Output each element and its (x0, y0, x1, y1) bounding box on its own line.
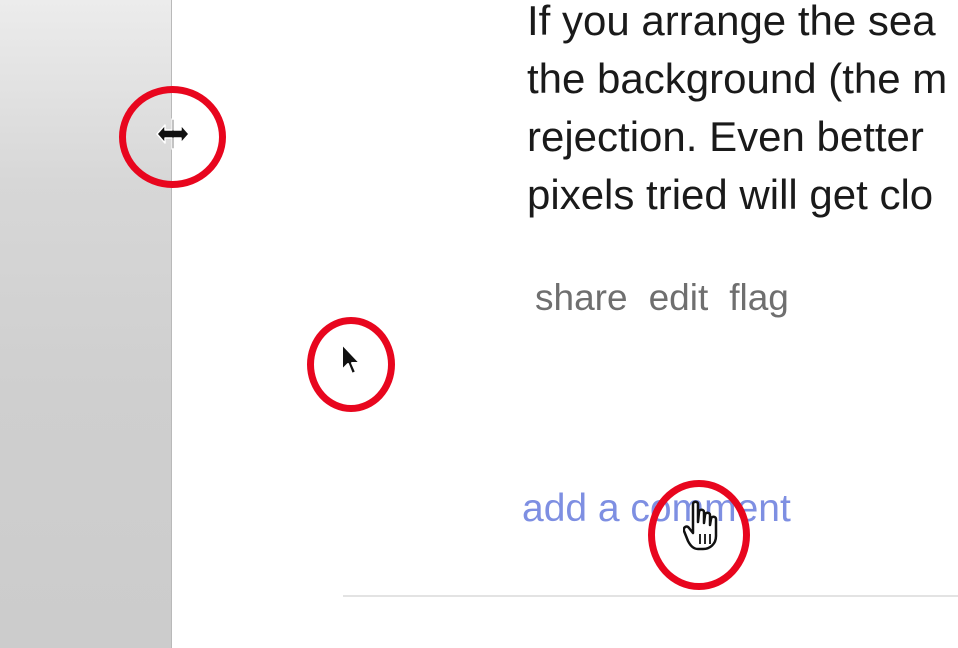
answer-body: If you arrange the sea the background (t… (527, 0, 958, 224)
edit-link[interactable]: edit (649, 277, 709, 319)
answer-line: If you arrange the sea (527, 0, 936, 44)
answer-line: rejection. Even better (527, 113, 924, 160)
resize-horizontal-cursor-icon[interactable] (155, 117, 191, 151)
post-menu: share edit flag (535, 277, 789, 319)
hand-pointer-cursor-icon (683, 500, 718, 551)
answer-line: the background (the m (527, 55, 948, 102)
divider (343, 595, 958, 597)
share-link[interactable]: share (535, 277, 628, 319)
arrow-pointer-cursor-icon (341, 343, 361, 375)
flag-link[interactable]: flag (729, 277, 789, 319)
answer-line: pixels tried will get clo (527, 171, 934, 218)
